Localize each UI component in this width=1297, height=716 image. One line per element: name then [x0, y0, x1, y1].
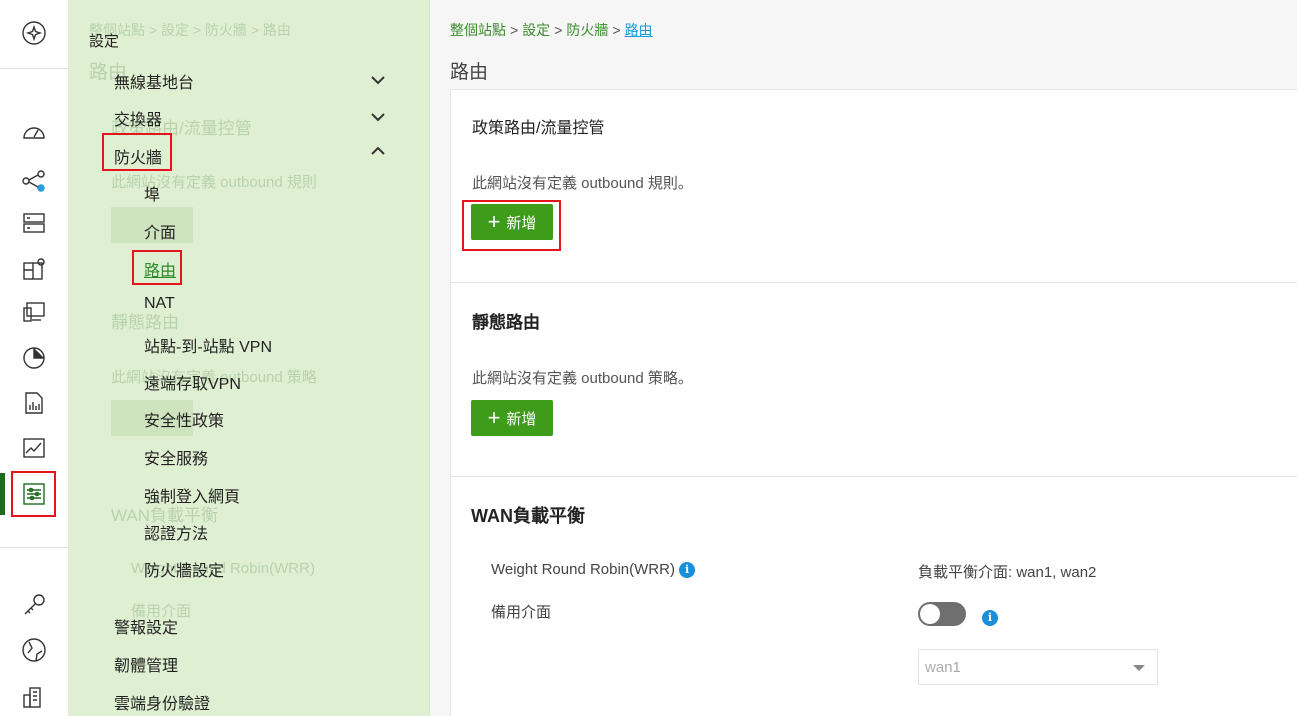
line-chart-icon[interactable] [12, 428, 56, 468]
lb-interfaces: 負載平衡介面: wan1, wan2 [918, 564, 1097, 581]
settings-panel: 設定 無線基地台 交換器 防火牆 埠 介面 路由 NAT 站點-到-站點 VPN… [69, 0, 430, 716]
policy-route-title: 政策路由/流量控管 [472, 120, 605, 137]
server-icon[interactable] [12, 203, 56, 243]
firewall-highlight-box [102, 133, 172, 171]
menu-item-access-point[interactable]: 無線基地台 [114, 69, 194, 93]
plus-icon: + [487, 405, 501, 430]
main-content: 整個站點 > 設定 > 防火牆 > 路由 路由 政策路由/流量控管 此網站沒有定義 outb… [430, 0, 1297, 716]
settings-highlight-box [11, 471, 56, 517]
report-icon[interactable] [12, 383, 56, 423]
backup-interface-select[interactable]: wan1 [918, 649, 1158, 685]
dashboard-gauge-icon[interactable] [12, 113, 56, 153]
policy-route-desc: 此網站沒有定義 outbound 規則。 [472, 175, 693, 192]
static-route-card: 靜態路由 此網站沒有定義 outbound 策略。 + 新增 [450, 282, 1297, 477]
backup-interface-toggle[interactable] [918, 602, 966, 626]
submenu-remote-vpn[interactable]: 遠端存取VPN [144, 370, 241, 394]
submenu-ports[interactable]: 埠 [144, 181, 160, 205]
static-route-title: 靜態路由 [472, 313, 540, 332]
submenu-interface[interactable]: 介面 [144, 219, 176, 243]
menu-item-firmware[interactable]: 韌體管理 [114, 652, 178, 676]
devices-icon[interactable] [12, 292, 56, 332]
chevron-down-icon [1133, 665, 1145, 671]
key-icon[interactable] [12, 585, 56, 625]
submenu-firewall-settings[interactable]: 防火牆設定 [144, 557, 224, 581]
chevron-down-icon[interactable] [369, 71, 389, 91]
submenu-security-policy[interactable]: 安全性政策 [144, 407, 224, 431]
breadcrumb-firewall[interactable]: 防火牆 [566, 22, 608, 38]
routing-highlight-box [132, 250, 182, 285]
backup-interface-label: 備用介面 [491, 604, 552, 621]
breadcrumb-current[interactable]: 路由 [625, 22, 653, 38]
info-icon[interactable]: i [982, 610, 998, 626]
static-route-add-button[interactable]: + 新增 [471, 400, 553, 436]
breadcrumb-settings[interactable]: 設定 [522, 22, 550, 38]
menu-item-alerts[interactable]: 警報設定 [114, 614, 178, 638]
topology-icon[interactable] [12, 161, 56, 201]
icon-rail [0, 0, 69, 716]
breadcrumb-site[interactable]: 整個站點 [450, 22, 506, 38]
wan-title: WAN負載平衡 [471, 506, 585, 526]
submenu-security-service[interactable]: 安全服務 [144, 445, 208, 469]
submenu-nat[interactable]: NAT [144, 295, 175, 313]
wrr-label: Weight Round Robin(WRR) [491, 561, 675, 578]
submenu-site-to-site-vpn[interactable]: 站點-到-站點 VPN [144, 333, 272, 357]
chevron-down-icon[interactable] [369, 108, 389, 128]
panel-title: 設定 [89, 33, 120, 50]
active-indicator [0, 473, 5, 515]
submenu-auth-method[interactable]: 認證方法 [144, 520, 208, 544]
breadcrumb: 整個站點 > 設定 > 防火牆 > 路由 [450, 22, 653, 38]
submenu-captive-portal[interactable]: 強制登入網頁 [144, 483, 240, 507]
menu-item-cloud-auth[interactable]: 雲端身份驗證 [114, 690, 210, 714]
globe-icon[interactable] [12, 630, 56, 670]
menu-item-switch[interactable]: 交換器 [114, 106, 162, 130]
policy-route-card: 政策路由/流量控管 此網站沒有定義 outbound 規則。 + 新增 [450, 89, 1297, 283]
sparkle-icon[interactable] [12, 13, 56, 53]
wrr-label-row: Weight Round Robin(WRR) i [491, 561, 696, 579]
info-icon[interactable]: i [679, 562, 696, 579]
pie-chart-icon[interactable] [12, 337, 56, 377]
page-title: 路由 [450, 62, 489, 83]
floorplan-icon[interactable] [12, 249, 56, 289]
add-button-highlight-box [462, 200, 561, 251]
static-route-desc: 此網站沒有定義 outbound 策略。 [472, 370, 693, 387]
wan-load-balance-card: WAN負載平衡 Weight Round Robin(WRR) i 負載平衡介面… [450, 476, 1297, 716]
building-icon[interactable] [12, 676, 56, 716]
chevron-up-icon[interactable] [369, 142, 389, 162]
